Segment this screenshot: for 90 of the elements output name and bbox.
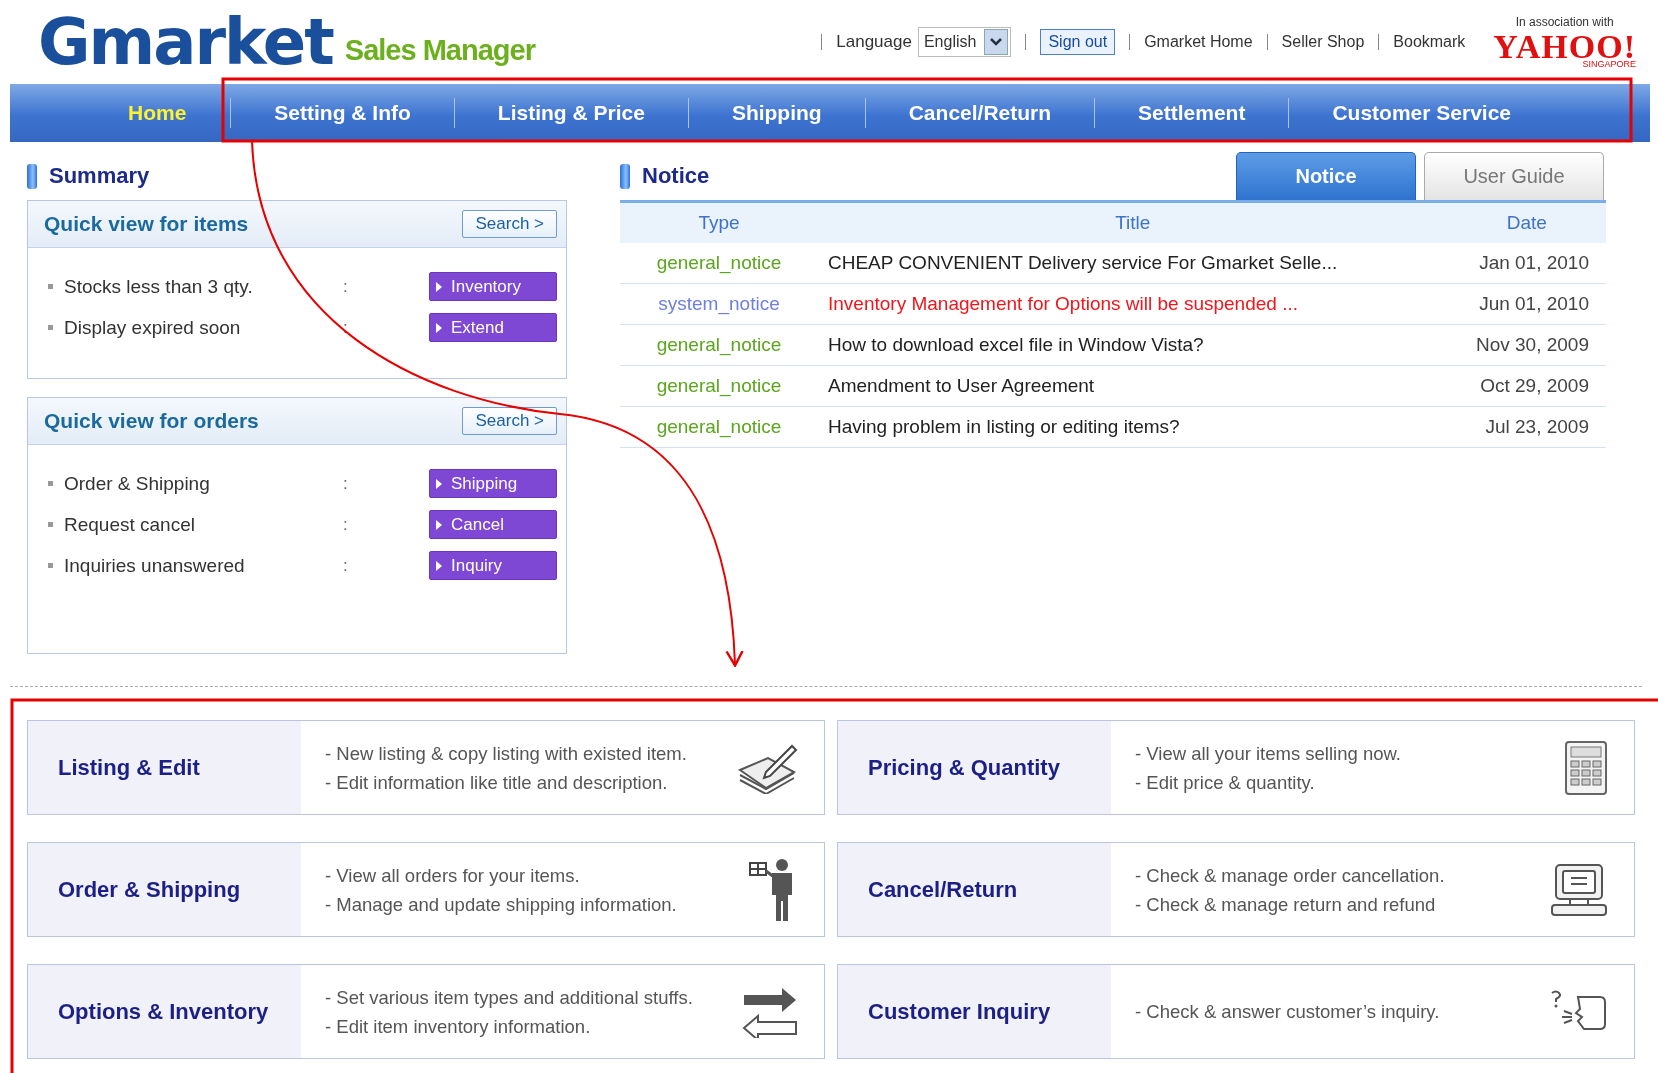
action-button[interactable]: Shipping <box>429 469 557 498</box>
play-icon <box>436 478 442 489</box>
calculator-icon <box>1564 739 1608 796</box>
bullet-icon <box>48 284 53 289</box>
sign-out-button[interactable]: Sign out <box>1040 29 1116 55</box>
nav-tab[interactable]: Home <box>85 101 231 125</box>
separator-text: : <box>343 555 349 576</box>
notice-type: system_notice <box>620 283 818 325</box>
card-title[interactable]: Listing & Edit <box>28 721 301 814</box>
card-description: - Edit item inventory information. <box>325 1014 592 1039</box>
card-description: - Check & manage order cancellation. <box>1135 863 1446 888</box>
language-label: Language <box>836 32 912 52</box>
action-button[interactable]: Inventory <box>429 272 557 301</box>
partner-note: In association with <box>1515 15 1614 28</box>
bullet-icon <box>620 163 630 189</box>
notice-tab[interactable]: Notice <box>1236 152 1416 200</box>
card-description: - Edit information like title and description. <box>325 770 669 795</box>
nav-tab[interactable]: Listing & Price <box>454 101 688 125</box>
bullet-icon <box>48 522 53 527</box>
search-button[interactable]: Search > <box>462 407 557 435</box>
notice-link[interactable]: Amendment to User Agreement <box>818 365 1448 407</box>
notice-type: general_notice <box>620 324 818 366</box>
notice-type: general_notice <box>620 365 818 407</box>
card-title[interactable]: Options & Inventory <box>28 965 301 1058</box>
action-button[interactable]: Cancel <box>429 510 557 539</box>
two-way-arrows-icon <box>742 985 798 1038</box>
panel-title: Quick view for items <box>44 212 249 236</box>
gmarket-logo[interactable]: Gmarket <box>38 10 333 74</box>
notice-date: Jan 01, 2010 <box>1447 243 1606 284</box>
notice-date: Jul 23, 2009 <box>1447 406 1606 448</box>
card-description: - Check & answer customer’s inquiry. <box>1135 1000 1441 1024</box>
bullet-icon <box>48 481 53 486</box>
card-description: - View all orders for your items. <box>325 863 581 888</box>
action-button[interactable]: Inquiry <box>429 551 557 580</box>
notice-date: Nov 30, 2009 <box>1447 324 1606 366</box>
nav-tab[interactable]: Settlement <box>1095 101 1289 125</box>
card-title[interactable]: Order & Shipping <box>28 843 301 936</box>
nav-tab[interactable]: Setting & Info <box>231 101 454 125</box>
computer-icon <box>1550 862 1608 917</box>
bullet-icon <box>48 563 53 568</box>
summary-label: Display expired soon <box>64 316 242 339</box>
card-description: - New listing & copy listing with existed item. <box>325 741 688 766</box>
card-description: - Manage and update shipping information. <box>325 892 678 917</box>
play-icon <box>436 322 442 333</box>
notice-type: general_notice <box>620 406 818 448</box>
header-link[interactable]: Bookmark <box>1393 33 1466 51</box>
notice-link[interactable]: CHEAP CONVENIENT Delivery service For Gmarket Selle... <box>818 243 1448 284</box>
column-header: Title <box>818 203 1448 243</box>
separator-text: : <box>343 317 349 338</box>
notice-link[interactable]: Having problem in listing or editing items? <box>818 406 1448 448</box>
card-description: - View all your items selling now. <box>1135 741 1402 766</box>
bullet-icon <box>48 325 53 330</box>
language-select[interactable]: English <box>917 27 1012 57</box>
summary-label: Order & Shipping <box>64 472 211 495</box>
summary-label: Request cancel <box>64 513 196 536</box>
notice-date: Oct 29, 2009 <box>1447 365 1606 407</box>
action-button[interactable]: Extend <box>429 313 557 342</box>
panel-title: Quick view for orders <box>44 409 259 433</box>
nav-tab[interactable]: Customer Service <box>1289 101 1555 125</box>
section-title: Notice <box>642 163 710 189</box>
summary-label: Inquiries unanswered <box>64 554 246 577</box>
notice-type: general_notice <box>620 243 818 284</box>
notice-tab[interactable]: User Guide <box>1424 152 1604 200</box>
separator-text: : <box>343 514 349 535</box>
header-link[interactable]: Gmarket Home <box>1144 33 1253 51</box>
card-description: - Set various item types and additional stuffs. <box>325 985 694 1010</box>
play-icon <box>436 519 442 530</box>
separator-text: : <box>343 276 349 297</box>
play-icon <box>436 281 442 292</box>
notice-date: Jun 01, 2010 <box>1447 283 1606 325</box>
section-title: Summary <box>49 163 150 189</box>
bullet-icon <box>27 163 37 189</box>
notice-link[interactable]: How to download excel file in Window Vista? <box>818 324 1448 366</box>
separator-text: : <box>343 473 349 494</box>
column-header: Type <box>620 203 818 243</box>
card-title[interactable]: Cancel/Return <box>838 843 1111 936</box>
card-description: - Edit price & quantity. <box>1135 770 1316 795</box>
partner-region: SINGAPORE <box>1582 59 1636 69</box>
product-name: Sales Manager <box>344 33 535 67</box>
search-button[interactable]: Search > <box>462 210 557 238</box>
notice-link[interactable]: Inventory Management for Options will be suspended ... <box>818 283 1448 325</box>
column-header: Date <box>1447 203 1606 243</box>
header-link[interactable]: Seller Shop <box>1281 33 1365 51</box>
nav-tab[interactable]: Shipping <box>688 101 865 125</box>
nav-tab[interactable]: Cancel/Return <box>865 101 1095 125</box>
card-description: - Check & manage return and refund <box>1135 892 1437 917</box>
card-title[interactable]: Pricing & Quantity <box>838 721 1111 814</box>
card-title[interactable]: Customer Inquiry <box>838 965 1111 1058</box>
play-icon <box>436 560 442 571</box>
summary-label: Stocks less than 3 qty. <box>64 275 254 298</box>
